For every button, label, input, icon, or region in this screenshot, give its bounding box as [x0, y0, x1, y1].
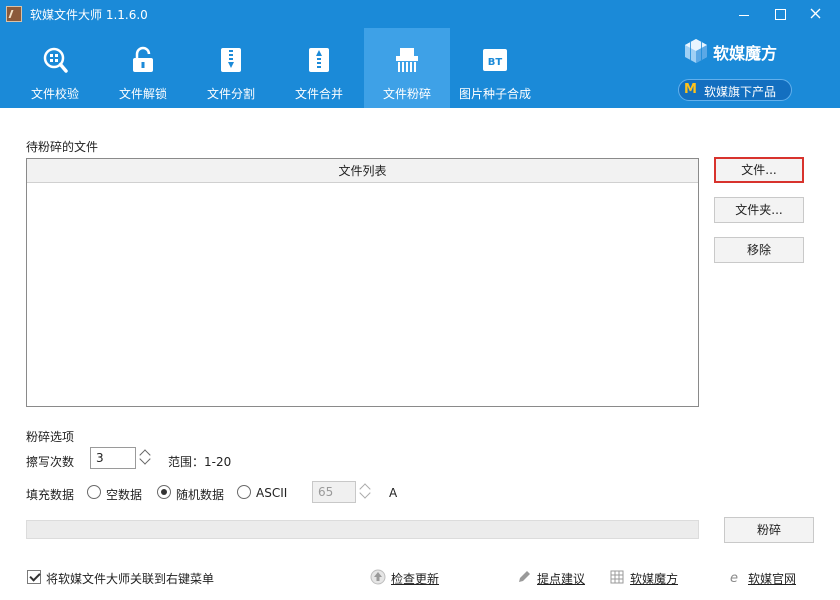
title-bar: 软媒文件大师 1.1.6.0 — [0, 0, 840, 28]
context-menu-label: 将软媒文件大师关联到右键菜单 — [46, 572, 215, 586]
radio-random-data[interactable] — [157, 485, 171, 499]
zipper-split-icon — [221, 48, 241, 72]
shred-progress-bar — [26, 520, 699, 539]
maximize-button[interactable] — [762, 0, 798, 28]
overwrite-count-input[interactable]: 3 — [90, 447, 136, 469]
radio-empty-data[interactable] — [87, 485, 101, 499]
tab-label: 文件粉碎 — [382, 87, 431, 101]
add-folder-button[interactable]: 文件夹... — [714, 197, 804, 223]
grid-icon — [610, 570, 624, 584]
radio-ascii[interactable] — [237, 485, 251, 499]
feedback-link[interactable]: 提点建议 — [537, 570, 585, 587]
context-menu-checkbox[interactable] — [27, 570, 41, 584]
window-title: 软媒文件大师 1.1.6.0 — [30, 8, 148, 22]
update-arrow-icon — [370, 569, 386, 585]
tab-label: 文件校验 — [30, 87, 79, 101]
overwrite-count-label: 擦写次数 — [26, 455, 75, 469]
add-file-button[interactable]: 文件... — [714, 157, 804, 183]
shredder-icon — [396, 48, 418, 72]
ie-logo-icon: e — [730, 571, 738, 585]
shred-button[interactable]: 粉碎 — [724, 517, 814, 543]
tab-image-torrent[interactable]: BT 图片种子合成 — [452, 28, 538, 108]
radio-random-data-label: 随机数据 — [176, 488, 225, 502]
tab-file-shred[interactable]: 文件粉碎 — [364, 28, 450, 108]
app-logo-icon — [6, 6, 22, 22]
remove-button[interactable]: 移除 — [714, 237, 804, 263]
svg-text:e: e — [730, 571, 738, 585]
ascii-value-input[interactable]: 65 — [312, 481, 356, 503]
close-icon — [810, 8, 821, 19]
fill-data-label: 填充数据 — [26, 488, 75, 502]
range-text: 范围：1-20 — [168, 455, 232, 469]
ascii-char-preview: A — [389, 486, 398, 500]
m-logo-icon: M — [684, 82, 697, 97]
tab-file-split[interactable]: 文件分割 — [188, 28, 274, 108]
radio-ascii-label: ASCII — [256, 486, 288, 500]
app-header: 软媒文件大师 1.1.6.0 文件校验 文件解锁 文件分割 文件合并 文件粉碎 … — [0, 0, 840, 108]
check-update-link[interactable]: 检查更新 — [391, 570, 439, 587]
tab-file-verify[interactable]: 文件校验 — [12, 28, 98, 108]
tab-file-unlock[interactable]: 文件解锁 — [100, 28, 186, 108]
tab-label: 图片种子合成 — [458, 87, 531, 101]
tab-label: 文件合并 — [294, 87, 343, 101]
magnifier-grid-icon — [43, 47, 68, 73]
files-to-shred-label: 待粉碎的文件 — [26, 140, 99, 154]
ascii-value-stepper[interactable] — [357, 481, 374, 503]
tab-label: 文件分割 — [206, 87, 255, 101]
tab-label: 文件解锁 — [118, 87, 167, 101]
bt-icon-text: BT — [488, 57, 503, 68]
bt-icon: BT — [483, 49, 507, 71]
close-button[interactable] — [798, 0, 834, 28]
pencil-icon — [519, 571, 530, 582]
brand-name: 软媒魔方 — [713, 44, 778, 63]
tab-file-merge[interactable]: 文件合并 — [276, 28, 362, 108]
radio-empty-data-label: 空数据 — [106, 488, 143, 502]
minimize-button[interactable] — [726, 0, 762, 28]
file-list[interactable]: 文件列表 — [26, 158, 699, 407]
rm-cube-link[interactable]: 软媒魔方 — [630, 570, 678, 587]
overwrite-count-stepper[interactable] — [137, 447, 154, 469]
official-site-link[interactable]: 软媒官网 — [748, 570, 796, 587]
zipper-merge-icon — [309, 48, 329, 72]
brand-products-label: 软媒旗下产品 — [704, 85, 777, 99]
shred-options-title: 粉碎选项 — [26, 430, 75, 444]
file-list-header: 文件列表 — [27, 159, 698, 183]
cube-logo-icon — [685, 39, 707, 63]
unlock-icon — [133, 46, 153, 72]
